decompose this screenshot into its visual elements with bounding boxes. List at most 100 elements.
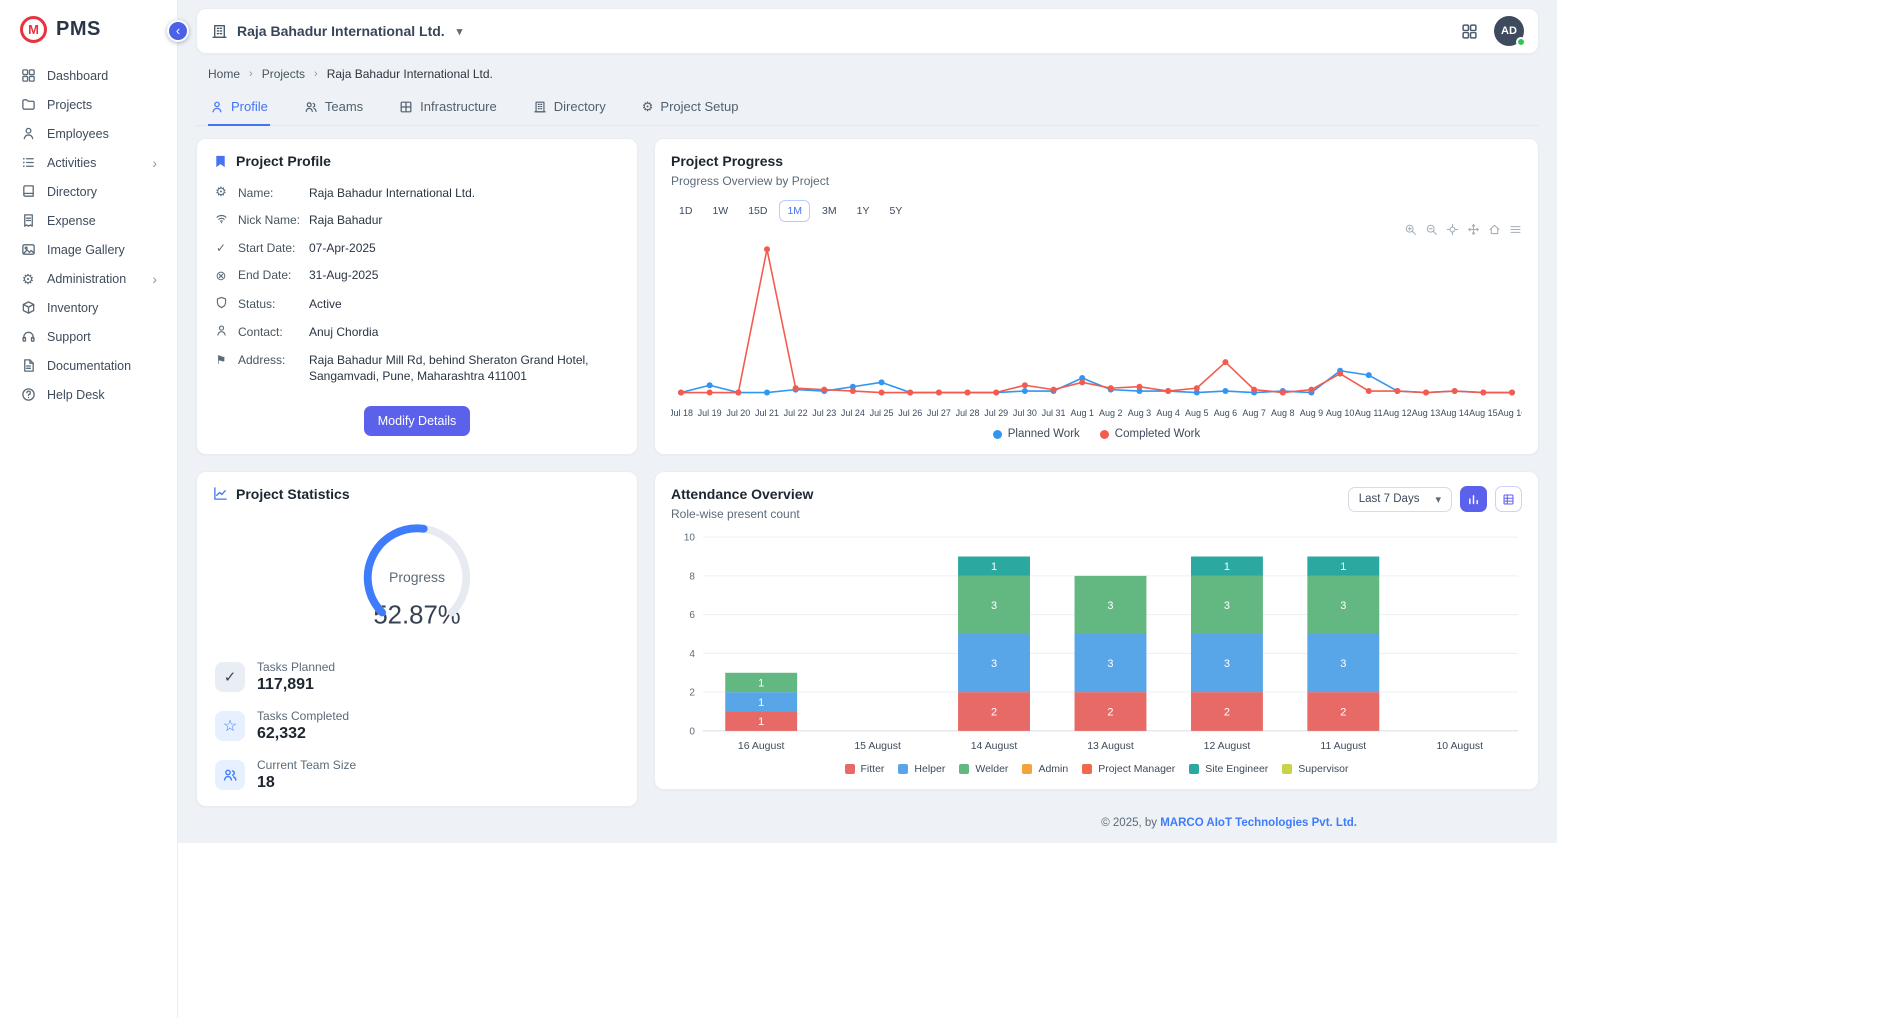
sidebar-item-employees[interactable]: Employees (0, 119, 177, 148)
tab-label: Project Setup (660, 99, 738, 114)
sidebar-item-projects[interactable]: Projects (0, 90, 177, 119)
range-button-1w[interactable]: 1W (704, 200, 736, 222)
svg-text:3: 3 (1224, 658, 1230, 670)
svg-text:12 August: 12 August (1204, 741, 1251, 752)
stat-tasks-planned: ✓ Tasks Planned 117,891 (215, 660, 619, 694)
svg-text:Aug 8: Aug 8 (1271, 408, 1294, 418)
footer-copyright: © 2025, by (1101, 817, 1160, 829)
sidebar-item-dashboard[interactable]: Dashboard (0, 61, 177, 90)
legend-item-completed-work[interactable]: Completed Work (1100, 428, 1200, 440)
stat-value: 18 (257, 774, 356, 792)
sidebar-item-label: Documentation (47, 359, 131, 373)
breadcrumb-projects[interactable]: Projects (262, 67, 305, 81)
sidebar-item-inventory[interactable]: Inventory (0, 293, 177, 322)
footer-company-link[interactable]: MARCO AIoT Technologies Pvt. Ltd. (1160, 817, 1357, 829)
range-button-1d[interactable]: 1D (671, 200, 700, 222)
range-button-5y[interactable]: 5Y (881, 200, 910, 222)
stat-label: Tasks Completed (257, 709, 349, 723)
table-view-toggle[interactable] (1495, 486, 1522, 512)
legend-item-supervisor[interactable]: Supervisor (1282, 763, 1348, 775)
svg-text:Aug 13: Aug 13 (1412, 408, 1440, 418)
sidebar-item-support[interactable]: Support (0, 322, 177, 351)
tab-label: Directory (554, 99, 606, 114)
sidebar-item-expense[interactable]: Expense (0, 206, 177, 235)
field-label: Address: (238, 352, 300, 368)
range-button-15d[interactable]: 15D (740, 200, 775, 222)
svg-text:1: 1 (991, 561, 997, 573)
range-button-1m[interactable]: 1M (779, 200, 810, 222)
home-icon[interactable] (1488, 223, 1501, 236)
chart-toolbar (1404, 223, 1522, 236)
zoom-in-icon[interactable] (1404, 223, 1417, 236)
sidebar-item-directory[interactable]: Directory (0, 177, 177, 206)
tab-project-setup[interactable]: ⚙ Project Setup (640, 89, 741, 126)
legend-item-admin[interactable]: Admin (1022, 763, 1068, 775)
series-completed-work (678, 246, 1515, 395)
svg-text:2: 2 (1224, 707, 1230, 719)
tab-teams[interactable]: Teams (302, 89, 365, 126)
stat-label: Tasks Planned (257, 660, 335, 674)
grid-icon (399, 100, 413, 114)
legend-swatch (898, 764, 908, 774)
modify-details-button[interactable]: Modify Details (364, 406, 471, 436)
autoscale-icon[interactable] (1446, 223, 1459, 236)
sidebar-collapse-button[interactable]: ‹ (167, 20, 189, 42)
legend-swatch (1189, 764, 1199, 774)
sidebar-item-activities[interactable]: Activities › (0, 148, 177, 177)
tab-profile[interactable]: Profile (208, 89, 270, 126)
legend-swatch (1100, 430, 1109, 439)
chevron-down-icon: ▾ (457, 25, 463, 38)
avatar[interactable]: AD (1494, 16, 1524, 46)
range-button-3m[interactable]: 3M (814, 200, 845, 222)
tab-infrastructure[interactable]: Infrastructure (397, 89, 499, 126)
gear-icon: ⚙ (213, 185, 229, 198)
legend-label: Completed Work (1115, 428, 1200, 440)
project-progress-chart[interactable]: Jul 18Jul 19Jul 20Jul 21Jul 22Jul 23Jul … (671, 228, 1522, 424)
legend-swatch (1082, 764, 1092, 774)
receipt-icon (20, 213, 36, 229)
field-value: Raja Bahadur (309, 212, 621, 228)
svg-text:Jul 23: Jul 23 (812, 408, 836, 418)
attendance-chart[interactable]: 024681011116 August15 August233114 Augus… (671, 527, 1522, 759)
range-button-1y[interactable]: 1Y (849, 200, 878, 222)
menu-icon[interactable] (1509, 223, 1522, 236)
legend-item-welder[interactable]: Welder (959, 763, 1008, 775)
building-icon (211, 23, 228, 40)
apps-grid-icon[interactable] (1461, 23, 1478, 40)
app-logo[interactable]: M PMS (0, 14, 177, 61)
svg-text:2: 2 (1340, 707, 1346, 719)
sidebar-item-label: Support (47, 330, 91, 344)
date-range-select[interactable]: Last 7 Days ▾ (1348, 487, 1452, 512)
company-selector[interactable]: Raja Bahadur International Ltd. ▾ (211, 23, 462, 40)
legend-item-site-engineer[interactable]: Site Engineer (1189, 763, 1268, 775)
image-icon (20, 242, 36, 258)
app-logo-text: PMS (56, 18, 101, 41)
line-chart-svg[interactable]: Jul 18Jul 19Jul 20Jul 21Jul 22Jul 23Jul … (671, 228, 1522, 424)
sidebar-item-label: Activities (47, 156, 96, 170)
legend-item-project-manager[interactable]: Project Manager (1082, 763, 1175, 775)
profile-field-name: ⚙ Name: Raja Bahadur International Ltd. (213, 179, 621, 206)
sidebar-item-image-gallery[interactable]: Image Gallery (0, 235, 177, 264)
shield-icon (213, 296, 229, 313)
star-icon: ☆ (215, 711, 245, 741)
zoom-out-icon[interactable] (1425, 223, 1438, 236)
sidebar: M PMS Dashboard Projects Employees Activ… (0, 0, 178, 1018)
sidebar-item-help-desk[interactable]: Help Desk (0, 380, 177, 409)
legend-item-fitter[interactable]: Fitter (845, 763, 885, 775)
legend-swatch (993, 430, 1002, 439)
svg-text:Aug 15: Aug 15 (1469, 408, 1497, 418)
sidebar-item-administration[interactable]: ⚙ Administration › (0, 264, 177, 293)
avatar-initials: AD (1501, 25, 1517, 37)
folder-icon (20, 97, 36, 113)
breadcrumb-home[interactable]: Home (208, 67, 240, 81)
legend-item-helper[interactable]: Helper (898, 763, 945, 775)
breadcrumb: Home › Projects › Raja Bahadur Internati… (196, 67, 1539, 81)
project-profile-card: Project Profile ⚙ Name: Raja Bahadur Int… (196, 138, 638, 455)
pan-icon[interactable] (1467, 223, 1480, 236)
book-icon (20, 184, 36, 200)
sidebar-item-documentation[interactable]: Documentation (0, 351, 177, 380)
legend-item-planned-work[interactable]: Planned Work (993, 428, 1080, 440)
bar-chart-svg[interactable]: 024681011116 August15 August233114 Augus… (671, 527, 1522, 759)
chart-view-toggle[interactable] (1460, 486, 1487, 512)
tab-directory[interactable]: Directory (531, 89, 608, 126)
